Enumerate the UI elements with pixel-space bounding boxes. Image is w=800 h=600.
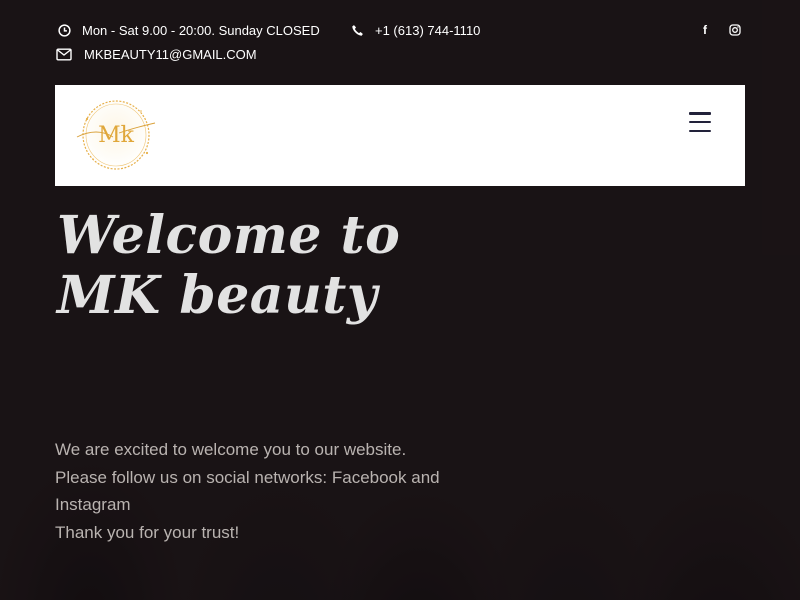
hamburger-menu-icon[interactable] bbox=[689, 112, 713, 132]
intro-line-thanks: Thank you for your trust! bbox=[55, 522, 240, 542]
mk-beauty-logo[interactable]: Mk bbox=[67, 97, 165, 173]
intro-line-follow: Please follow us on social networks: Fac… bbox=[55, 467, 440, 515]
instagram-icon[interactable] bbox=[727, 22, 743, 38]
top-info-bar: Mon - Sat 9.00 - 20:00. Sunday CLOSED +1… bbox=[0, 0, 800, 80]
opening-hours-text: Mon - Sat 9.00 - 20:00. Sunday CLOSED bbox=[82, 22, 320, 38]
phone-icon bbox=[349, 22, 365, 38]
hero-headline: Welcome to MK beauty bbox=[57, 205, 401, 326]
email-contact[interactable]: MKBEAUTY11@GMAIL.COM bbox=[56, 45, 257, 63]
opening-hours: Mon - Sat 9.00 - 20:00. Sunday CLOSED bbox=[56, 21, 320, 39]
social-links: f bbox=[697, 22, 743, 38]
logo-monogram: Mk bbox=[98, 123, 135, 148]
phone-contact[interactable]: +1 (613) 744-1110 bbox=[349, 21, 480, 39]
envelope-icon bbox=[56, 46, 72, 62]
facebook-icon[interactable]: f bbox=[697, 22, 713, 38]
intro-line-welcome: We are excited to welcome you to our web… bbox=[55, 440, 407, 459]
site-header: Mk bbox=[55, 85, 745, 186]
phone-text[interactable]: +1 (613) 744-1110 bbox=[375, 23, 480, 38]
email-text[interactable]: MKBEAUTY11@GMAIL.COM bbox=[84, 47, 257, 62]
hero-intro: We are excited to welcome you to our web… bbox=[55, 436, 455, 546]
clock-icon bbox=[56, 22, 72, 38]
